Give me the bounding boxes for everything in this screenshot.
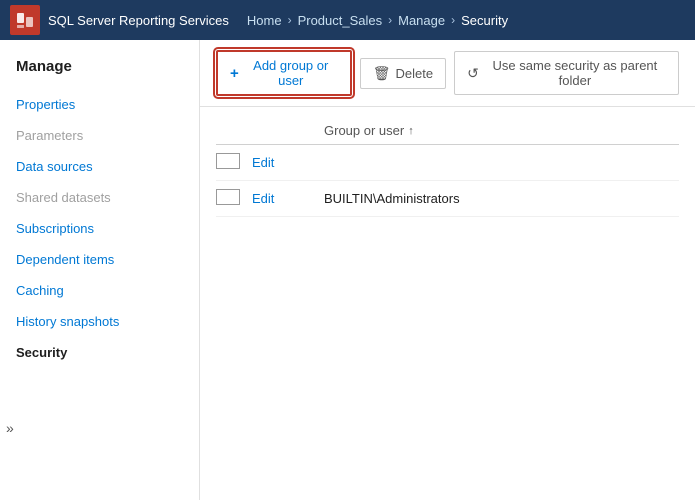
add-group-label: Add group or user [244, 58, 338, 88]
sort-icon[interactable]: ↑ [408, 125, 414, 137]
breadcrumb-sep-2: › [388, 13, 392, 27]
sidebar-item-data-sources[interactable]: Data sources [0, 151, 199, 182]
breadcrumb-home[interactable]: Home [247, 13, 282, 28]
row2-checkbox-col [216, 189, 240, 208]
delete-button[interactable]: 🗑 Delete [360, 58, 446, 89]
app-name: SQL Server Reporting Services [48, 13, 229, 28]
sidebar-item-shared-datasets: Shared datasets [0, 182, 199, 213]
sidebar: Manage Properties Parameters Data source… [0, 40, 200, 500]
sidebar-item-security[interactable]: Security [0, 337, 199, 368]
breadcrumb: Home › Product_Sales › Manage › Security [247, 13, 508, 28]
breadcrumb-security: Security [461, 13, 508, 28]
trash-icon: 🗑 [373, 65, 391, 82]
toolbar: + Add group or user 🗑 Delete ↺ Use same … [200, 40, 695, 107]
sidebar-item-history-snapshots[interactable]: History snapshots [0, 306, 199, 337]
sidebar-item-properties[interactable]: Properties [0, 89, 199, 120]
table-row: Edit [216, 145, 679, 181]
table-row: Edit BUILTIN\Administrators [216, 181, 679, 217]
sync-icon: ↺ [467, 65, 479, 82]
sidebar-item-caching[interactable]: Caching [0, 275, 199, 306]
delete-label: Delete [396, 66, 434, 81]
add-group-button[interactable]: + Add group or user [216, 50, 352, 96]
app-logo [10, 5, 40, 35]
row2-edit-link[interactable]: Edit [252, 191, 312, 206]
row1-checkbox[interactable] [216, 153, 240, 169]
security-table: Group or user ↑ Edit Edit BUILTIN\Admini… [200, 107, 695, 227]
sidebar-item-parameters: Parameters [0, 120, 199, 151]
breadcrumb-sep-1: › [288, 13, 292, 27]
sidebar-expand-icon[interactable]: » [0, 416, 20, 440]
sidebar-item-dependent-items[interactable]: Dependent items [0, 244, 199, 275]
topbar: SQL Server Reporting Services Home › Pro… [0, 0, 695, 40]
header-group-col[interactable]: Group or user ↑ [324, 123, 679, 138]
breadcrumb-sep-3: › [451, 13, 455, 27]
breadcrumb-manage[interactable]: Manage [398, 13, 445, 28]
same-security-button[interactable]: ↺ Use same security as parent folder [454, 51, 679, 95]
row2-checkbox[interactable] [216, 189, 240, 205]
row1-checkbox-col [216, 153, 240, 172]
breadcrumb-product-sales[interactable]: Product_Sales [298, 13, 383, 28]
main-layout: Manage Properties Parameters Data source… [0, 40, 695, 500]
row2-group-value: BUILTIN\Administrators [324, 191, 679, 206]
same-security-label: Use same security as parent folder [484, 58, 666, 88]
content-area: + Add group or user 🗑 Delete ↺ Use same … [200, 40, 695, 500]
row1-edit-link[interactable]: Edit [252, 155, 312, 170]
sidebar-item-subscriptions[interactable]: Subscriptions [0, 213, 199, 244]
plus-icon: + [230, 65, 239, 82]
table-header: Group or user ↑ [216, 117, 679, 145]
sidebar-title: Manage [0, 50, 199, 89]
group-col-label: Group or user [324, 123, 404, 138]
